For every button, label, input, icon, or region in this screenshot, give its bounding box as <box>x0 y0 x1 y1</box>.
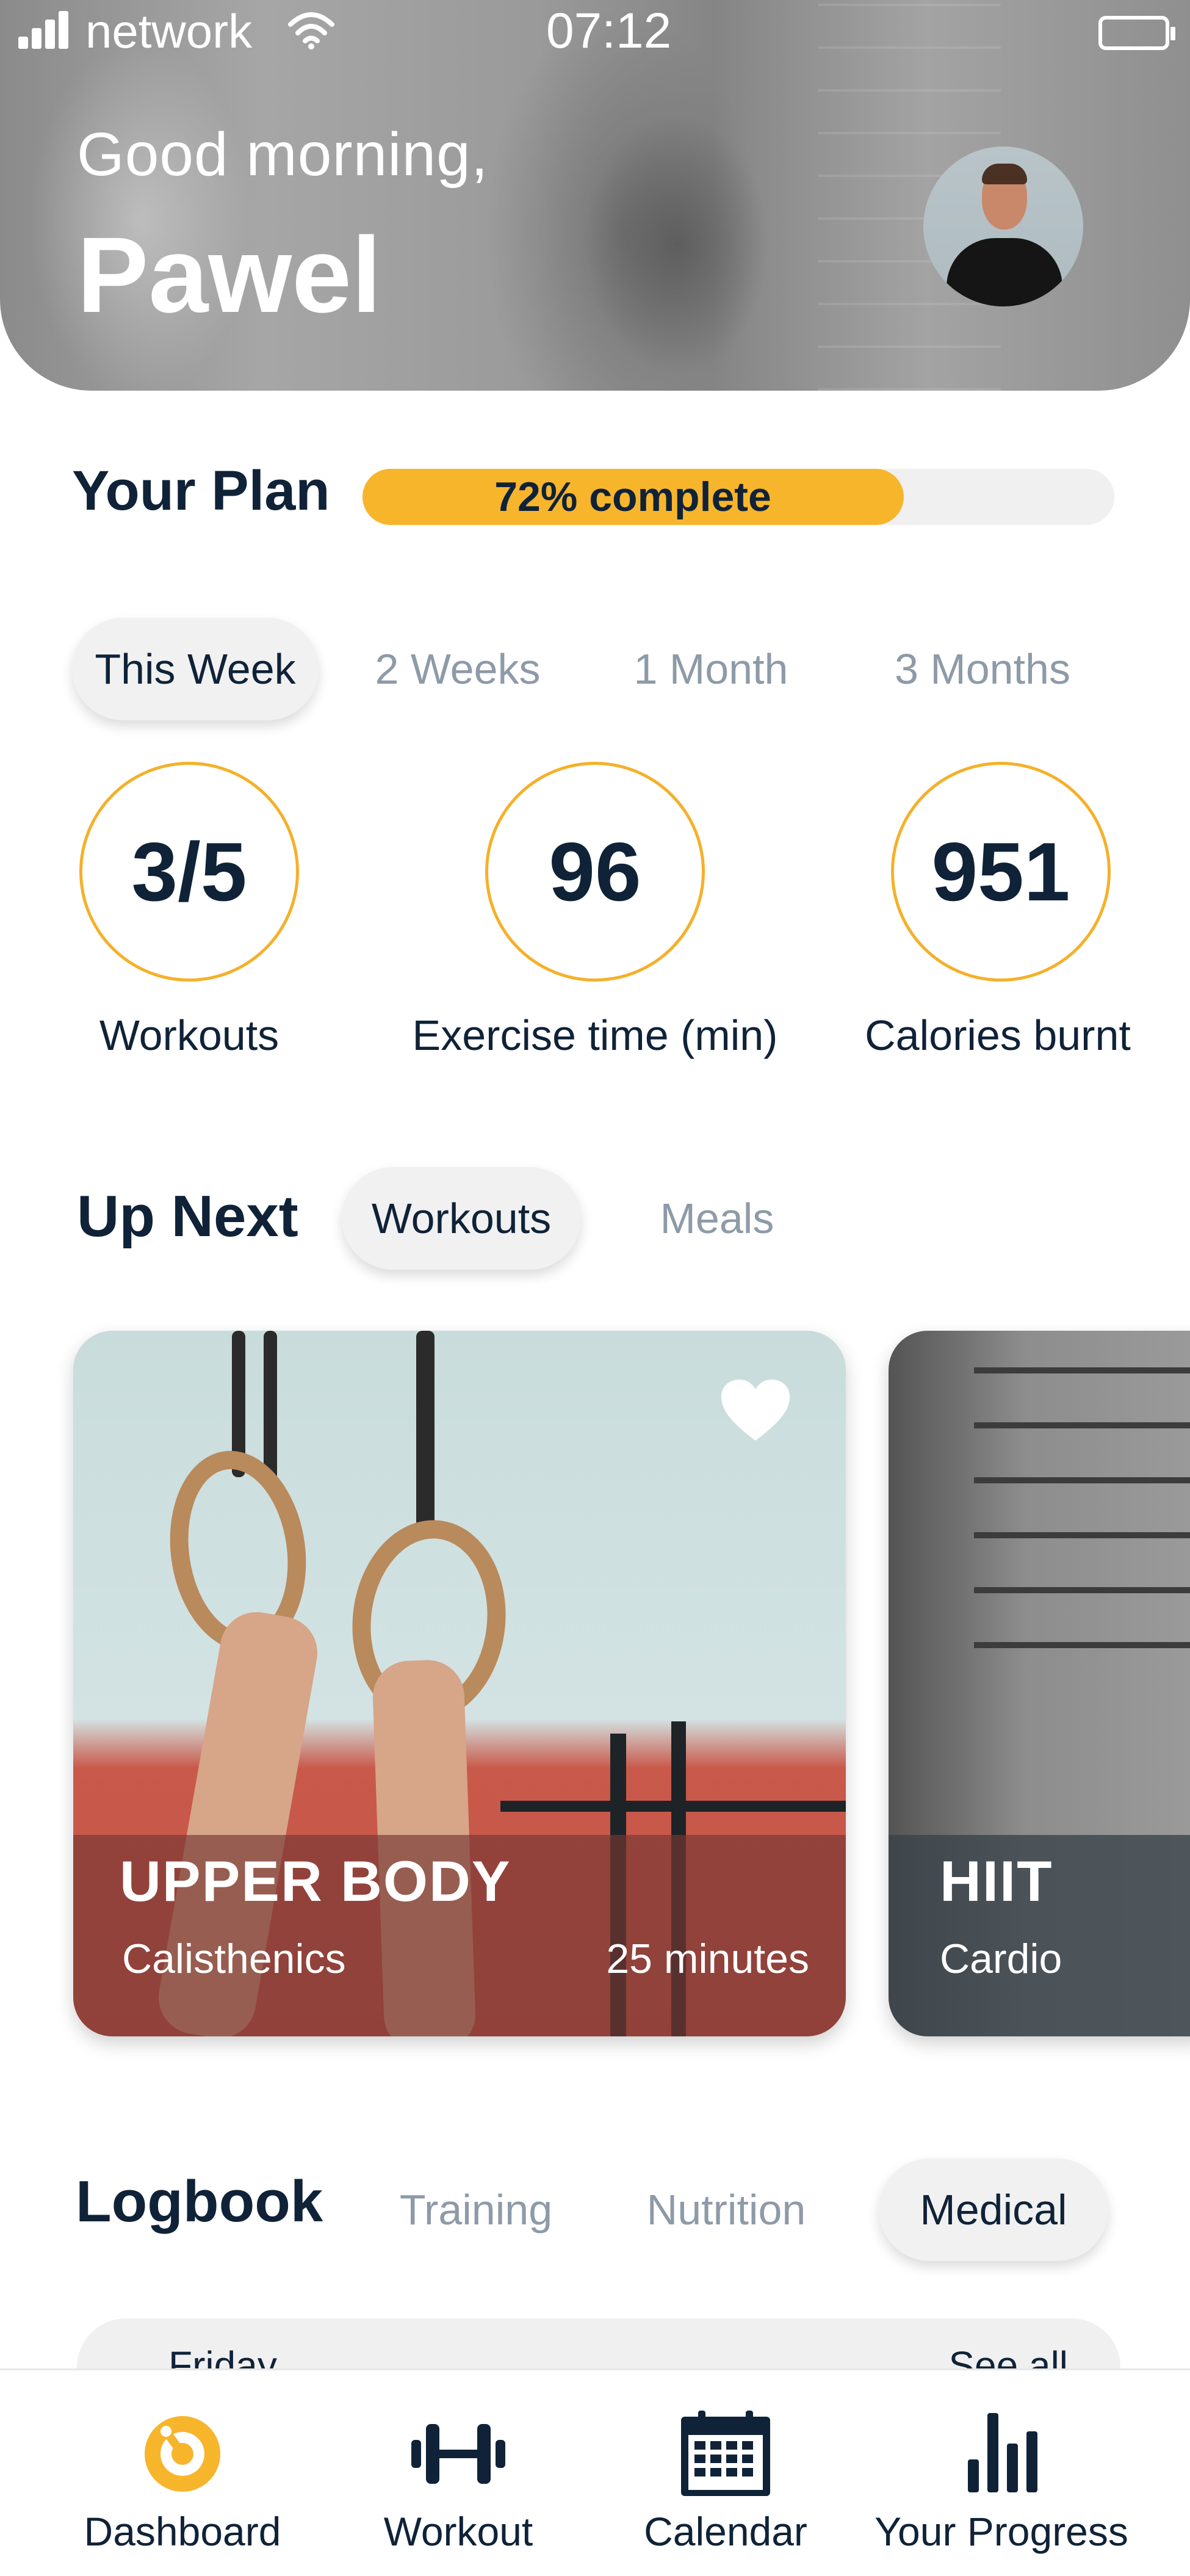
battery-icon <box>1098 16 1175 50</box>
tab-workouts[interactable]: Workouts <box>342 1167 581 1270</box>
nav-dashboard-label: Dashboard <box>84 2509 281 2554</box>
gym-window-line <box>974 1642 1190 1648</box>
ring-strap <box>264 1331 277 1483</box>
nav-dashboard[interactable]: Dashboard <box>45 2370 320 2576</box>
gym-window-line <box>974 1367 1190 1373</box>
wifi-icon <box>288 12 334 49</box>
stat-exercise-time-label: Exercise time (min) <box>412 1011 778 1059</box>
stat-workouts-label: Workouts <box>99 1011 279 1059</box>
workout-card-hiit[interactable]: HIIT Cardio <box>889 1331 1190 2036</box>
tab-2-weeks[interactable]: 2 Weeks <box>354 618 561 720</box>
nav-workout-label: Workout <box>383 2509 533 2554</box>
avatar[interactable] <box>923 147 1083 306</box>
nav-your-progress-label: Your Progress <box>874 2509 1128 2554</box>
ring-strap <box>416 1331 435 1538</box>
workout-card-upper-body[interactable]: UPPER BODY Calisthenics 25 minutes <box>73 1331 846 2036</box>
status-bar: network 07:12 <box>0 0 1190 61</box>
nav-calendar[interactable]: Calendar <box>588 2370 863 2576</box>
tab-3-months[interactable]: 3 Months <box>867 618 1098 720</box>
nav-your-progress[interactable]: Your Progress <box>864 2370 1139 2576</box>
logbook-title: Logbook <box>76 2169 323 2234</box>
card-category: Cardio <box>940 1936 1062 1982</box>
header-hero: network 07:12 Good morning, Pawel <box>0 0 1190 391</box>
user-name: Pawel <box>77 215 381 335</box>
network-label: network <box>85 4 253 58</box>
card-title: HIIT <box>940 1849 1053 1913</box>
signal-icon <box>18 11 70 49</box>
calendar-icon <box>681 2411 770 2496</box>
status-time: 07:12 <box>546 3 672 59</box>
header-background-figure <box>537 24 818 391</box>
tab-1-month[interactable]: 1 Month <box>610 618 812 720</box>
favorite-heart-icon[interactable] <box>719 1377 792 1444</box>
stat-calories-value: 951 <box>891 762 1111 982</box>
stat-calories-label: Calories burnt <box>865 1011 1131 1059</box>
avatar-hair <box>982 164 1027 184</box>
bar-chart-icon <box>968 2413 1037 2492</box>
tab-medical[interactable]: Medical <box>879 2158 1108 2261</box>
tab-training[interactable]: Training <box>391 2158 561 2261</box>
gym-window-line <box>974 1422 1190 1428</box>
nav-workout[interactable]: Workout <box>321 2370 596 2576</box>
tab-nutrition[interactable]: Nutrition <box>629 2158 824 2261</box>
up-next-title: Up Next <box>77 1184 298 1249</box>
stat-exercise-time-value: 96 <box>485 762 705 982</box>
gym-rig-bar <box>500 1801 846 1812</box>
dashboard-icon <box>145 2416 220 2492</box>
greeting-text: Good morning, <box>77 120 489 189</box>
nav-calendar-label: Calendar <box>644 2509 807 2554</box>
card-duration: 25 minutes <box>606 1936 809 1982</box>
dumbbell-icon <box>411 2424 505 2484</box>
plan-progress-label: 72% complete <box>494 474 771 520</box>
avatar-shirt <box>947 238 1062 306</box>
card-category: Calisthenics <box>122 1936 346 1982</box>
gym-window-line <box>974 1477 1190 1483</box>
gym-window-line <box>974 1587 1190 1593</box>
card-title: UPPER BODY <box>120 1849 511 1913</box>
tab-this-week[interactable]: This Week <box>72 618 319 720</box>
tab-meals[interactable]: Meals <box>635 1167 799 1270</box>
bottom-navigation: Dashboard Workout Calendar Your Progress <box>0 2368 1190 2576</box>
gym-window-line <box>974 1532 1190 1538</box>
plan-title: Your Plan <box>72 460 330 522</box>
plan-progress-bar: 72% complete <box>362 469 1114 525</box>
stat-workouts-value: 3/5 <box>79 762 299 982</box>
